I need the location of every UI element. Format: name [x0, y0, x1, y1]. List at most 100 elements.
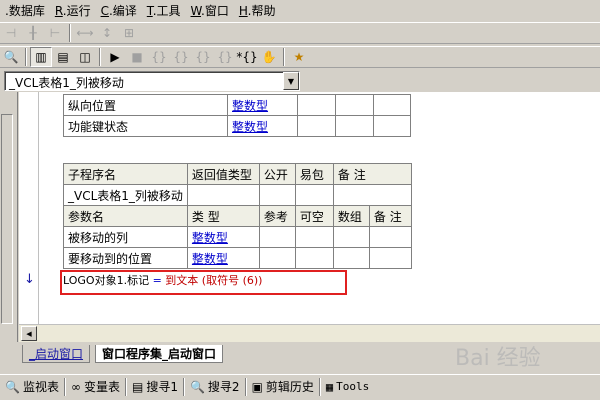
find-icon[interactable]: 🔍	[0, 47, 22, 67]
chevron-down-icon[interactable]: ▼	[283, 72, 299, 90]
type-link[interactable]: 整数型	[186, 226, 260, 248]
menu-run[interactable]: R.运行	[50, 0, 96, 22]
col-param-name: 参数名	[63, 205, 188, 227]
table-cell[interactable]	[373, 115, 411, 137]
code-margin-line	[38, 92, 39, 324]
table-cell[interactable]	[373, 94, 411, 116]
table-cell[interactable]	[258, 226, 296, 248]
table-cell[interactable]	[297, 115, 336, 137]
table-row: 纵向位置 整数型	[63, 94, 411, 116]
type-link[interactable]: 整数型	[186, 247, 260, 269]
subroutine-combo[interactable]: _VCL表格1_列被移动 ▼	[4, 71, 300, 91]
table-cell[interactable]	[186, 184, 260, 206]
col-reference: 参考	[258, 205, 296, 227]
table-cell[interactable]: 功能键状态	[63, 115, 228, 137]
table-cell[interactable]	[258, 247, 296, 269]
alignment-toolbar: ⊣ ╂ ⊢ ⟷ ↕ ⊞	[0, 22, 600, 44]
same-height-icon[interactable]: ↕	[96, 23, 118, 43]
layout-view-icon[interactable]: ▥	[30, 47, 52, 67]
subroutine-selector-row: _VCL表格1_列被移动 ▼	[0, 70, 600, 92]
split-view-icon[interactable]: ◫	[74, 47, 96, 67]
scroll-left-icon[interactable]: ◀	[21, 326, 37, 341]
tools-icon: ▦	[325, 379, 334, 394]
breakpoint-icon[interactable]: *{}	[236, 47, 258, 67]
step-over-icon[interactable]: {}	[170, 47, 192, 67]
param-name-cell[interactable]: 被移动的列	[63, 226, 188, 248]
col-remark: 备 注	[332, 163, 412, 185]
menu-bar: .数据库 R.运行 C.编译 T.工具 W.窗口 H.帮助	[0, 0, 600, 22]
col-param-remark: 备 注	[368, 205, 412, 227]
toolbar-separator	[25, 48, 27, 66]
glasses-icon: ∞	[70, 379, 81, 394]
table-row: 功能键状态 整数型	[63, 115, 411, 137]
object-browser-icon[interactable]: ★	[288, 47, 310, 67]
left-panel-thumb[interactable]	[1, 114, 13, 324]
table-cell[interactable]	[335, 115, 374, 137]
search2-panel-button[interactable]: 🔍 搜寻2	[185, 376, 245, 398]
table-cell[interactable]: 纵向位置	[63, 94, 228, 116]
col-param-type: 类 型	[186, 205, 260, 227]
stop-icon[interactable]: ■	[126, 47, 148, 67]
left-panel-scrollbar[interactable]	[0, 92, 18, 342]
menu-compile[interactable]: C.编译	[96, 0, 142, 22]
menu-help[interactable]: H.帮助	[234, 0, 281, 22]
tab-startup-window[interactable]: _启动窗口	[22, 345, 91, 363]
watch-panel-button[interactable]: 🔍 监视表	[0, 376, 64, 398]
table-header-row: 子程序名 返回值类型 公开 易包 备 注	[63, 163, 412, 185]
table-cell[interactable]	[368, 247, 412, 269]
table-cell[interactable]	[332, 247, 370, 269]
step-out-icon[interactable]: {}	[192, 47, 214, 67]
subroutine-combo-value: _VCL表格1_列被移动	[9, 76, 124, 90]
hand-icon[interactable]: ✋	[258, 47, 280, 67]
col-subroutine-name: 子程序名	[63, 163, 188, 185]
run-icon[interactable]: ▶	[104, 47, 126, 67]
table-cell[interactable]	[294, 184, 334, 206]
table-cell[interactable]	[297, 94, 336, 116]
window-view-icon[interactable]: ▤	[52, 47, 74, 67]
baidu-watermark: Bai 经验	[455, 346, 541, 371]
variables-panel-button[interactable]: ∞ 变量表	[66, 376, 125, 398]
clipboard-icon: ▣	[251, 379, 263, 394]
tab-window-assembly[interactable]: 窗口程序集_启动窗口	[95, 345, 224, 363]
table-cell[interactable]	[332, 184, 412, 206]
clipboard-history-panel-button[interactable]: ▣ 剪辑历史	[247, 376, 319, 398]
search1-panel-button[interactable]: ▤ 搜寻1	[127, 376, 183, 398]
col-array: 数组	[332, 205, 370, 227]
align-right-icon[interactable]: ⊢	[44, 23, 66, 43]
same-size-icon[interactable]: ⊞	[118, 23, 140, 43]
subroutine-table: 子程序名 返回值类型 公开 易包 备 注 _VCL表格1_列被移动 参数名 类 …	[63, 163, 412, 269]
table-cell[interactable]	[368, 226, 412, 248]
step-into-icon[interactable]: {}	[148, 47, 170, 67]
panel-toolbar: 🔍 监视表 ∞ 变量表 ▤ 搜寻1 🔍 搜寻2 ▣ 剪辑历史 ▦ Tools	[0, 374, 600, 398]
align-center-icon[interactable]: ╂	[22, 23, 44, 43]
main-toolbar: 🔍 ▥ ▤ ◫ ▶ ■ {} {} {} {} *{} ✋ ★	[0, 46, 600, 68]
table-row: 被移动的列 整数型	[63, 226, 412, 248]
same-width-icon[interactable]: ⟷	[74, 23, 96, 43]
menu-window[interactable]: W.窗口	[186, 0, 234, 22]
highlight-box	[60, 270, 347, 295]
run-to-cursor-icon[interactable]: {}	[214, 47, 236, 67]
type-link[interactable]: 整数型	[227, 115, 298, 137]
subroutine-name-cell[interactable]: _VCL表格1_列被移动	[63, 184, 188, 206]
table-cell[interactable]	[258, 184, 296, 206]
align-left-icon[interactable]: ⊣	[0, 23, 22, 43]
table-header-row: 参数名 类 型 参考 可空 数组 备 注	[63, 205, 412, 227]
current-line-arrow-icon: ↓	[24, 272, 35, 287]
code-editor[interactable]: 纵向位置 整数型 功能键状态 整数型 子程序名 返回值类型 公开 易包 备 注 …	[19, 92, 600, 324]
menu-tools[interactable]: T.工具	[142, 0, 186, 22]
col-return-type: 返回值类型	[186, 163, 260, 185]
param-name-cell[interactable]: 要移动到的位置	[63, 247, 188, 269]
table-cell[interactable]	[294, 226, 334, 248]
tools-panel-button[interactable]: ▦ Tools	[321, 376, 374, 398]
table-cell[interactable]	[294, 247, 334, 269]
table-cell[interactable]	[332, 226, 370, 248]
menu-database[interactable]: .数据库	[0, 0, 50, 22]
table-row: 要移动到的位置 整数型	[63, 247, 412, 269]
document-search-icon: ▤	[131, 379, 144, 394]
table-cell[interactable]	[335, 94, 374, 116]
col-nullable: 可空	[294, 205, 334, 227]
toolbar-separator	[99, 48, 101, 66]
col-public: 公开	[258, 163, 296, 185]
toolbar-separator	[69, 24, 71, 42]
type-link[interactable]: 整数型	[227, 94, 298, 116]
